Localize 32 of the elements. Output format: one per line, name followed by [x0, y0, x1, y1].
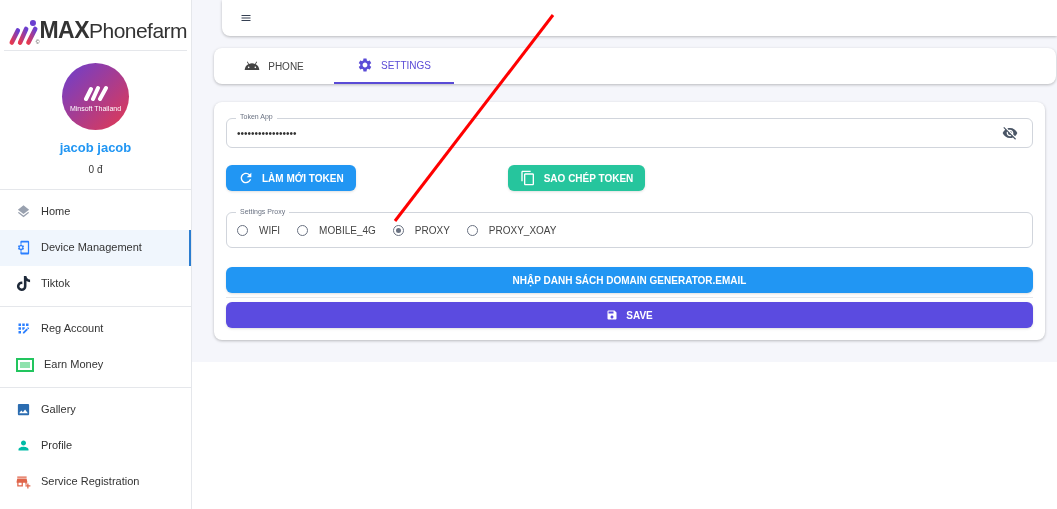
radio-option[interactable]: WIFI: [237, 222, 281, 238]
sidebar-item[interactable]: Earn Money: [0, 346, 191, 383]
radio-option[interactable]: PROXY_XOAY: [466, 222, 557, 238]
radio-option[interactable]: PROXY: [392, 222, 450, 238]
layers-icon: [16, 204, 31, 219]
sidebar-item[interactable]: Tiktok: [0, 265, 191, 302]
radio-option[interactable]: MOBILE_4G: [297, 222, 376, 238]
eye-off-icon[interactable]: [1002, 125, 1018, 141]
phone-gear-icon: [16, 240, 31, 255]
sidebar-item[interactable]: Device Management: [0, 229, 191, 266]
sidebar-item[interactable]: Profile: [0, 427, 191, 464]
tab[interactable]: SETTINGS: [334, 48, 454, 84]
refresh-icon: [238, 170, 254, 186]
user-name: jacob jacob: [59, 139, 132, 157]
save-button[interactable]: SAVE: [226, 302, 1033, 328]
music-note-icon: [16, 276, 31, 291]
sidebar-item[interactable]: Gallery: [0, 391, 191, 428]
sidebar-item[interactable]: Reg Account: [0, 310, 191, 347]
tab[interactable]: PHONE: [214, 48, 334, 84]
copy-icon: [519, 170, 536, 186]
settings-icon: [357, 57, 373, 73]
image-icon: [16, 402, 31, 417]
menu-icon[interactable]: [240, 12, 252, 24]
person-icon: [16, 438, 31, 453]
field-value: •••••••••••••••••: [237, 126, 298, 141]
grid-pencil-icon: [16, 321, 31, 336]
sidebar-item[interactable]: Home: [0, 193, 191, 230]
save-icon: [606, 309, 619, 321]
user-balance: 0 đ: [88, 162, 103, 177]
logo-text: MAXPhonefarm: [39, 19, 187, 42]
banknote-icon: [16, 357, 34, 372]
sidebar-item[interactable]: Service Registration: [0, 463, 191, 500]
